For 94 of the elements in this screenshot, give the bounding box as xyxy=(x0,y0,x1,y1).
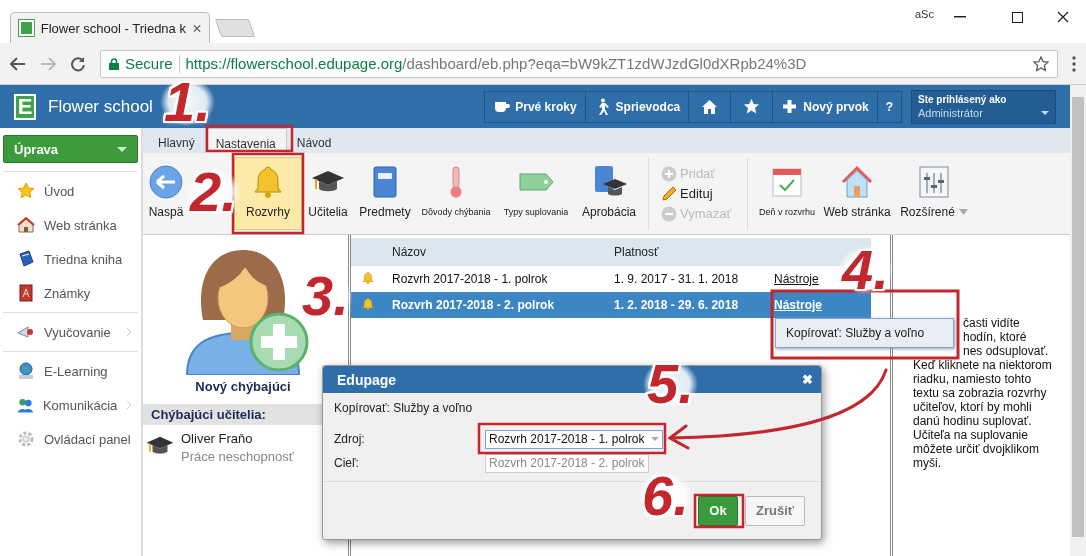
secure-label: Secure xyxy=(125,55,173,72)
sidebar-item[interactable]: Triedna kniha xyxy=(3,242,138,276)
ribbon-button[interactable]: Naspä xyxy=(146,157,186,230)
header-button[interactable] xyxy=(688,90,732,123)
column-header[interactable]: Názov xyxy=(391,238,613,266)
home-icon xyxy=(701,98,719,115)
bell-icon xyxy=(361,270,375,285)
pencil-icon xyxy=(661,185,677,202)
cancel-button[interactable]: Zrušiť xyxy=(745,495,805,526)
address-bar[interactable]: Secure https://flowerschool.edupage.org/dashboard/eb.php?eqa=bW9kZT1zdWJzdGl0dXRpb24%3D xyxy=(100,49,1058,78)
tab[interactable]: Nastavenia xyxy=(204,128,287,153)
header-button[interactable]: Prvé kroky xyxy=(484,90,586,123)
gear-icon xyxy=(17,430,35,448)
sidebar-item[interactable]: Úvod xyxy=(3,174,138,208)
sidebar-item[interactable]: Známky xyxy=(3,276,138,310)
tab[interactable]: Návod xyxy=(286,128,342,153)
minimize-icon[interactable] xyxy=(954,16,966,18)
teacher-name[interactable]: Oliver Fraňo xyxy=(181,431,294,446)
sidebar-item[interactable]: Ovládací panel xyxy=(3,422,138,456)
scrollbar-thumb[interactable] xyxy=(1072,97,1084,537)
minus-icon xyxy=(661,205,677,222)
favicon xyxy=(19,20,34,36)
ribbon-button[interactable]: Učitelia xyxy=(302,157,354,230)
star-icon xyxy=(17,182,35,200)
menu-item[interactable]: Kopírovať: Služby a voľno xyxy=(776,326,935,340)
column-header[interactable]: Platnosť xyxy=(613,238,773,266)
close-button[interactable]: ✖ xyxy=(802,372,813,387)
ribbon-button[interactable]: Deň v rozvrhu xyxy=(754,157,820,230)
house-icon xyxy=(839,164,875,200)
sidebar-item[interactable]: Vyučovanie xyxy=(3,315,138,349)
dialog-subtitle: Kopírovať: Služby a voľno xyxy=(334,401,474,415)
ribbon-button[interactable]: Rozšírené xyxy=(894,157,974,230)
url-text: https://flowerschool.edupage.org/dashboard/eb.php?eqa=bW9kZT1zdWJzdGl0dXRpb24%3D xyxy=(185,55,807,72)
header-button[interactable] xyxy=(730,90,774,123)
help-text: nes odsuplovať. xyxy=(962,344,1050,358)
plus-icon xyxy=(661,165,677,182)
table-cell: Rozvrh 2017-2018 - 1. polrok xyxy=(391,266,613,292)
caret-icon xyxy=(651,437,659,441)
ok-button[interactable]: Ok xyxy=(698,495,738,526)
annotation-number: 4. xyxy=(838,246,893,294)
help-text: Keď kliknete na niektorom riadku, namiesto tohto textu sa zobrazia rozvrhy učiteľov, ktorí by mohli danú hodinu suplovať. Učiteľa na suplovanie môžete určiť dvojklikom myši. xyxy=(913,358,1052,470)
annotation-frame xyxy=(693,493,745,529)
help-text: časti vidíte xyxy=(962,316,1021,330)
close-icon[interactable] xyxy=(1057,11,1069,23)
back-icon[interactable] xyxy=(10,56,26,71)
table-cell: 1. 2. 2018 - 29. 6. 2018 xyxy=(613,292,773,318)
header-button[interactable]: Nový prvok xyxy=(772,90,878,123)
caret-icon xyxy=(1041,110,1049,115)
edit-menu-button[interactable]: Úprava xyxy=(3,135,138,163)
house-icon xyxy=(17,216,35,234)
header-button[interactable]: ? xyxy=(876,90,902,123)
ribbon-button[interactable]: Aprobácia xyxy=(576,157,642,230)
annotation-number: 6. xyxy=(638,472,693,520)
tools-link[interactable]: Nástroje xyxy=(774,272,819,286)
sidebar-item[interactable]: Komunikácia xyxy=(3,388,138,422)
caret-icon xyxy=(117,146,127,152)
sidebar-item[interactable]: Web stránka xyxy=(3,208,138,242)
table-cell: Rozvrh 2017-2018 - 2. polrok xyxy=(391,292,613,318)
browser-tab[interactable]: Flower school - Triedna k xyxy=(10,12,210,43)
profile-badge[interactable]: aSc xyxy=(915,8,934,20)
annotation-number: 2. xyxy=(186,168,241,216)
plus-icon xyxy=(781,98,799,115)
field-label: Cieľ: xyxy=(334,456,360,470)
table-cell: 1. 9. 2017 - 31. 1. 2018 xyxy=(613,266,773,292)
thermometer-icon xyxy=(449,164,463,200)
source-select[interactable]: Rozvrh 2017-2018 - 1. polrok xyxy=(485,429,663,449)
toolbar-button[interactable]: Edituj xyxy=(661,185,741,202)
maximize-icon[interactable] xyxy=(1011,11,1023,23)
reload-icon[interactable] xyxy=(70,55,86,72)
user-menu[interactable]: Ste prihlásený ako Administrátor xyxy=(911,89,1056,124)
bell-icon xyxy=(361,296,375,311)
people-icon xyxy=(17,396,34,414)
book-icon xyxy=(17,250,35,268)
annotation-number: 1. xyxy=(160,78,215,126)
ribbon-button[interactable]: Dôvody chýbania xyxy=(416,157,496,230)
book-icon xyxy=(17,284,35,302)
star-icon[interactable] xyxy=(1033,55,1049,72)
ribbon-button[interactable]: Predmety xyxy=(354,157,416,230)
app-title: Flower school xyxy=(48,96,153,117)
absence-reason: Práce neschopnosť xyxy=(181,449,294,464)
tab-title: Flower school - Triedna k xyxy=(40,20,186,36)
star-icon xyxy=(743,98,761,115)
ribbon-button[interactable]: Web stránka xyxy=(820,157,894,230)
sidebar-item[interactable]: E-Learning xyxy=(3,354,138,388)
header-button[interactable]: Sprievodca xyxy=(584,90,690,123)
tab[interactable]: Hlavný xyxy=(148,128,205,153)
dialog-title: Edupage xyxy=(337,371,397,388)
lock-icon xyxy=(109,57,119,70)
globe-icon xyxy=(17,362,35,380)
ribbon-button[interactable]: Typy suplovania xyxy=(496,157,576,230)
ribbon-button[interactable]: Rozvrhy xyxy=(234,157,302,230)
menu-icon[interactable] xyxy=(1072,55,1076,72)
sliders-icon xyxy=(916,164,952,200)
field-label: Zdroj: xyxy=(334,432,366,446)
